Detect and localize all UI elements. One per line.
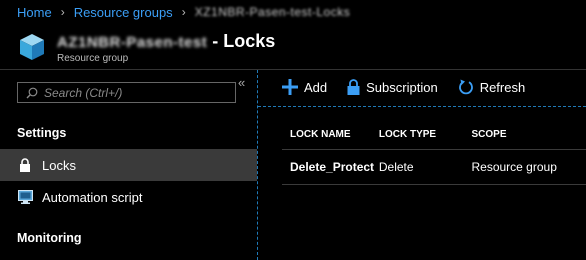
page-subtitle: Resource group [57,53,129,64]
subscription-button[interactable]: Subscription [347,79,438,95]
sidebar: « Settings Locks Automation script [0,70,257,260]
resource-name: AZ1NBR-Pasen-test [57,34,208,51]
cell-lock-type: Delete [378,149,472,185]
toolbar-divider [258,106,586,107]
lock-icon [17,157,33,173]
chevron-right-icon: › [60,5,65,19]
search-input[interactable] [44,85,224,100]
breadcrumb-home-link[interactable]: Home [17,5,52,20]
page-header: AZ1NBR-Pasen-test - Locks Resource group [0,24,586,66]
section-settings: Settings [17,126,67,140]
plus-icon [282,79,298,95]
subscription-label: Subscription [366,79,438,95]
page-title: AZ1NBR-Pasen-test - Locks [57,31,275,52]
section-monitoring: Monitoring [17,231,82,245]
column-header-lock-name[interactable]: LOCK NAME [282,120,379,150]
sidebar-item-automation-script[interactable]: Automation script [0,181,257,213]
title-suffix: - Locks [212,31,276,51]
add-label: Add [304,79,328,95]
search-box[interactable] [17,82,236,103]
column-header-scope[interactable]: SCOPE [471,120,586,150]
breadcrumb-current: XZ1NBR-Pasen-test-Locks [194,5,351,19]
automation-script-icon [17,189,33,205]
cell-scope: Resource group [471,149,586,185]
refresh-button[interactable]: Refresh [458,79,526,95]
search-icon [26,87,38,98]
cell-lock-name: Delete_Protect [282,149,379,185]
lock-icon [347,79,360,95]
add-button[interactable]: Add [282,79,327,95]
refresh-icon [458,79,473,95]
breadcrumb-resource-groups-link[interactable]: Resource groups [74,5,173,20]
sidebar-item-label: Automation script [42,189,143,205]
breadcrumb: Home › Resource groups › XZ1NBR-Pasen-te… [0,0,586,24]
table-header-row: LOCK NAME LOCK TYPE SCOPE [282,120,586,150]
locks-table: LOCK NAME LOCK TYPE SCOPE Delete_Protect… [282,120,586,185]
refresh-label: Refresh [479,79,526,95]
main-pane: Add Subscription Refresh LOCK NAME LOCK … [258,70,586,260]
chevron-right-icon: › [181,5,186,19]
sidebar-item-locks[interactable]: Locks [0,149,257,181]
collapse-sidebar-icon[interactable]: « [238,75,245,90]
resource-group-cube-icon [20,34,44,60]
toolbar: Add Subscription Refresh [258,70,586,104]
table-row[interactable]: Delete_Protect Delete Resource group [282,149,586,185]
column-header-lock-type[interactable]: LOCK TYPE [378,120,472,150]
sidebar-item-label: Locks [42,157,76,173]
